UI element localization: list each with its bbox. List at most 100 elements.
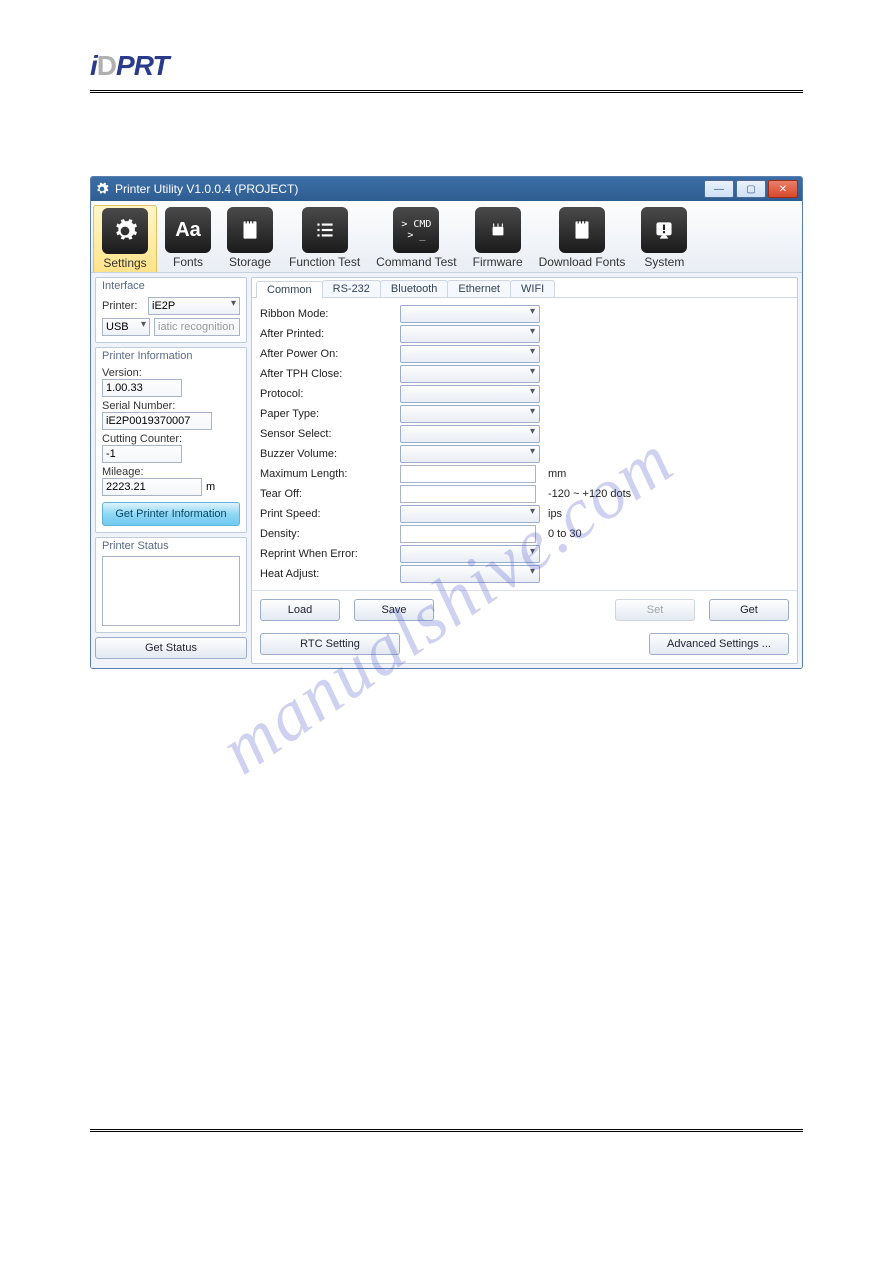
field-combo[interactable]	[400, 305, 540, 323]
rtc-setting-button[interactable]: RTC Setting	[260, 633, 400, 655]
get-printer-info-button[interactable]: Get Printer Information	[102, 502, 240, 526]
toolbar-function-test[interactable]: Function Test	[281, 205, 368, 272]
toolbar-label: Command Test	[376, 255, 456, 269]
field-combo[interactable]	[400, 425, 540, 443]
toolbar-fonts[interactable]: Aa Fonts	[157, 205, 219, 272]
form-row: Heat Adjust:	[260, 564, 791, 584]
field-combo[interactable]	[400, 345, 540, 363]
set-button[interactable]: Set	[615, 599, 695, 621]
field-label: Heat Adjust:	[260, 568, 400, 580]
field-label: After TPH Close:	[260, 368, 400, 380]
field-combo[interactable]	[400, 365, 540, 383]
field-unit: ips	[548, 508, 791, 520]
toolbar-label: Settings	[102, 256, 148, 270]
toolbar-system[interactable]: System	[633, 205, 695, 272]
close-button[interactable]: ✕	[768, 180, 798, 198]
form-row: Maximum Length:mm	[260, 464, 791, 484]
field-label: Print Speed:	[260, 508, 400, 520]
window-title: Printer Utility V1.0.0.4 (PROJECT)	[115, 182, 702, 196]
toolbar-label: Firmware	[473, 255, 523, 269]
field-label: Density:	[260, 528, 400, 540]
group-title: Printer Information	[102, 350, 240, 362]
app-window: Printer Utility V1.0.0.4 (PROJECT) — ▢ ✕…	[90, 176, 803, 669]
form-row: Tear Off: -120 ~ +120 dots	[260, 484, 791, 504]
form-row: Reprint When Error:	[260, 544, 791, 564]
toolbar-settings[interactable]: Settings	[93, 205, 157, 272]
notepad-icon	[559, 207, 605, 253]
notepad-icon	[227, 207, 273, 253]
tab-ethernet[interactable]: Ethernet	[447, 280, 511, 297]
field-combo[interactable]	[400, 565, 540, 583]
form-row: Density: 0 to 30	[260, 524, 791, 544]
serial-label: Serial Number:	[102, 400, 240, 412]
alert-icon	[641, 207, 687, 253]
brand-logo: iDPRT	[90, 50, 803, 82]
printer-select[interactable]	[148, 297, 240, 315]
form-row: Ribbon Mode:	[260, 304, 791, 324]
cmd-icon: > CMD > _	[393, 207, 439, 253]
field-unit: 0 to 30	[548, 528, 791, 540]
tab-rs232[interactable]: RS-232	[322, 280, 381, 297]
field-input[interactable]	[400, 485, 536, 503]
field-input[interactable]	[400, 525, 536, 543]
form-row: Protocol:	[260, 384, 791, 404]
field-label: Protocol:	[260, 388, 400, 400]
save-button[interactable]: Save	[354, 599, 434, 621]
field-combo[interactable]	[400, 385, 540, 403]
connection-select[interactable]	[102, 318, 150, 336]
form-row: After TPH Close:	[260, 364, 791, 384]
minimize-button[interactable]: —	[704, 180, 734, 198]
list-icon	[302, 207, 348, 253]
field-label: Tear Off:	[260, 488, 400, 500]
field-unit: mm	[548, 468, 791, 480]
field-label: Reprint When Error:	[260, 548, 400, 560]
load-button[interactable]: Load	[260, 599, 340, 621]
form-row: After Printed:	[260, 324, 791, 344]
form-area: Ribbon Mode: After Printed: After Power On…	[252, 298, 797, 590]
field-label: Paper Type:	[260, 408, 400, 420]
printer-status-group: Printer Status	[95, 537, 247, 633]
printer-info-group: Printer Information Version: Serial Numb…	[95, 347, 247, 533]
get-status-button[interactable]: Get Status	[95, 637, 247, 659]
field-label: After Printed:	[260, 328, 400, 340]
tab-bluetooth[interactable]: Bluetooth	[380, 280, 448, 297]
version-label: Version:	[102, 367, 240, 379]
maximize-button[interactable]: ▢	[736, 180, 766, 198]
toolbar-label: Download Fonts	[539, 255, 626, 269]
font-icon: Aa	[165, 207, 211, 253]
status-display	[102, 556, 240, 626]
field-combo[interactable]	[400, 545, 540, 563]
toolbar-label: Storage	[227, 255, 273, 269]
field-combo[interactable]	[400, 325, 540, 343]
advanced-settings-button[interactable]: Advanced Settings ...	[649, 633, 789, 655]
toolbar-label: System	[641, 255, 687, 269]
form-row: Print Speed: ips	[260, 504, 791, 524]
group-title: Interface	[102, 280, 240, 292]
field-input[interactable]	[400, 465, 536, 483]
form-row: Sensor Select:	[260, 424, 791, 444]
toolbar-download-fonts[interactable]: Download Fonts	[531, 205, 634, 272]
get-button[interactable]: Get	[709, 599, 789, 621]
form-row: Buzzer Volume:	[260, 444, 791, 464]
main-toolbar: Settings Aa Fonts Storage Function Test …	[91, 201, 802, 273]
cutting-label: Cutting Counter:	[102, 433, 240, 445]
mileage-unit: m	[206, 481, 215, 493]
gear-icon	[102, 208, 148, 254]
field-combo[interactable]	[400, 405, 540, 423]
toolbar-command-test[interactable]: > CMD > _ Command Test	[368, 205, 464, 272]
form-row: After Power On:	[260, 344, 791, 364]
mileage-label: Mileage:	[102, 466, 240, 478]
header-rule	[90, 90, 803, 94]
field-combo[interactable]	[400, 445, 540, 463]
settings-tabs: Common RS-232 Bluetooth Ethernet WIFI	[252, 278, 797, 298]
toolbar-firmware[interactable]: Firmware	[465, 205, 531, 272]
group-title: Printer Status	[102, 540, 240, 552]
tab-wifi[interactable]: WIFI	[510, 280, 555, 297]
tab-common[interactable]: Common	[256, 281, 323, 298]
toolbar-label: Fonts	[165, 255, 211, 269]
serial-field	[102, 412, 212, 430]
gear-icon	[95, 182, 109, 196]
field-unit: -120 ~ +120 dots	[548, 488, 791, 500]
toolbar-storage[interactable]: Storage	[219, 205, 281, 272]
field-combo[interactable]	[400, 505, 540, 523]
